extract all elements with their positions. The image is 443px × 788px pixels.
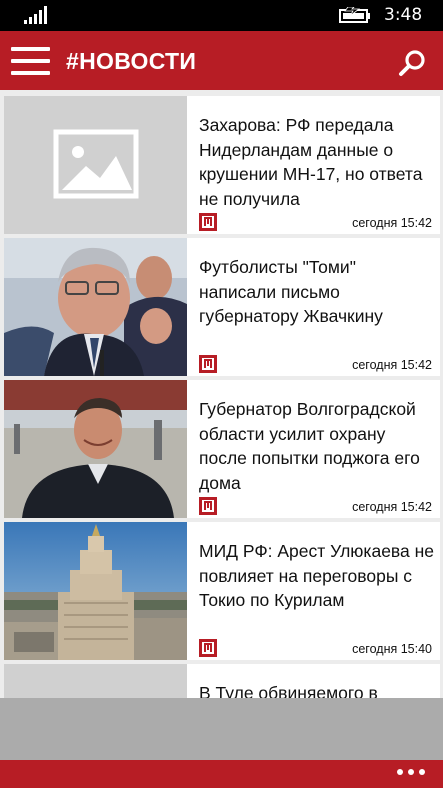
news-headline: Футболисты "Томи" написали письмо губерн… bbox=[199, 257, 383, 326]
signal-strength-icon bbox=[24, 6, 47, 24]
source-logo-icon bbox=[199, 213, 217, 231]
news-card[interactable]: Захарова: РФ передала Нидерландам данные… bbox=[4, 96, 440, 234]
news-card[interactable]: Футболисты "Томи" написали письмо губерн… bbox=[4, 238, 440, 376]
news-thumbnail bbox=[4, 664, 187, 698]
news-thumbnail bbox=[4, 238, 187, 376]
photo-ministry-building bbox=[4, 522, 187, 660]
photo-governor-outdoors bbox=[4, 380, 187, 518]
photo-politician-at-conference bbox=[4, 238, 187, 376]
status-bar: 3:48 bbox=[0, 0, 443, 31]
bottom-app-bar bbox=[0, 760, 443, 788]
image-placeholder-icon bbox=[53, 129, 139, 199]
news-feed[interactable]: Захарова: РФ передала Нидерландам данные… bbox=[0, 90, 443, 698]
news-timestamp: сегодня 15:42 bbox=[352, 358, 432, 372]
news-timestamp: сегодня 15:40 bbox=[352, 642, 432, 656]
news-timestamp: сегодня 15:42 bbox=[352, 500, 432, 514]
search-icon[interactable] bbox=[398, 49, 426, 77]
news-timestamp: сегодня 15:42 bbox=[352, 216, 432, 230]
news-thumbnail bbox=[4, 96, 187, 234]
page-title: #НОВОСТИ bbox=[66, 48, 197, 74]
news-thumbnail bbox=[4, 522, 187, 660]
news-card[interactable]: МИД РФ: Арест Улюкаева не повлияет на пе… bbox=[4, 522, 440, 660]
news-thumbnail bbox=[4, 380, 187, 518]
more-dots-icon[interactable] bbox=[397, 769, 427, 777]
source-logo-icon bbox=[199, 639, 217, 657]
news-card[interactable]: Губернатор Волгоградской области усилит … bbox=[4, 380, 440, 518]
news-headline: В Туле обвиняемого в bbox=[199, 683, 378, 698]
news-card[interactable]: В Туле обвиняемого в bbox=[4, 664, 440, 698]
battery-charging-icon bbox=[339, 7, 370, 23]
hamburger-icon[interactable] bbox=[11, 47, 50, 76]
source-logo-icon bbox=[199, 355, 217, 373]
source-logo-icon bbox=[199, 497, 217, 515]
news-headline: Захарова: РФ передала Нидерландам данные… bbox=[199, 115, 423, 209]
news-headline: Губернатор Волгоградской области усилит … bbox=[199, 399, 420, 493]
app-bar: #НОВОСТИ bbox=[0, 31, 443, 90]
news-headline: МИД РФ: Арест Улюкаева не повлияет на пе… bbox=[199, 541, 435, 610]
status-clock: 3:48 bbox=[384, 5, 423, 25]
app-bar-overlay bbox=[0, 698, 443, 760]
